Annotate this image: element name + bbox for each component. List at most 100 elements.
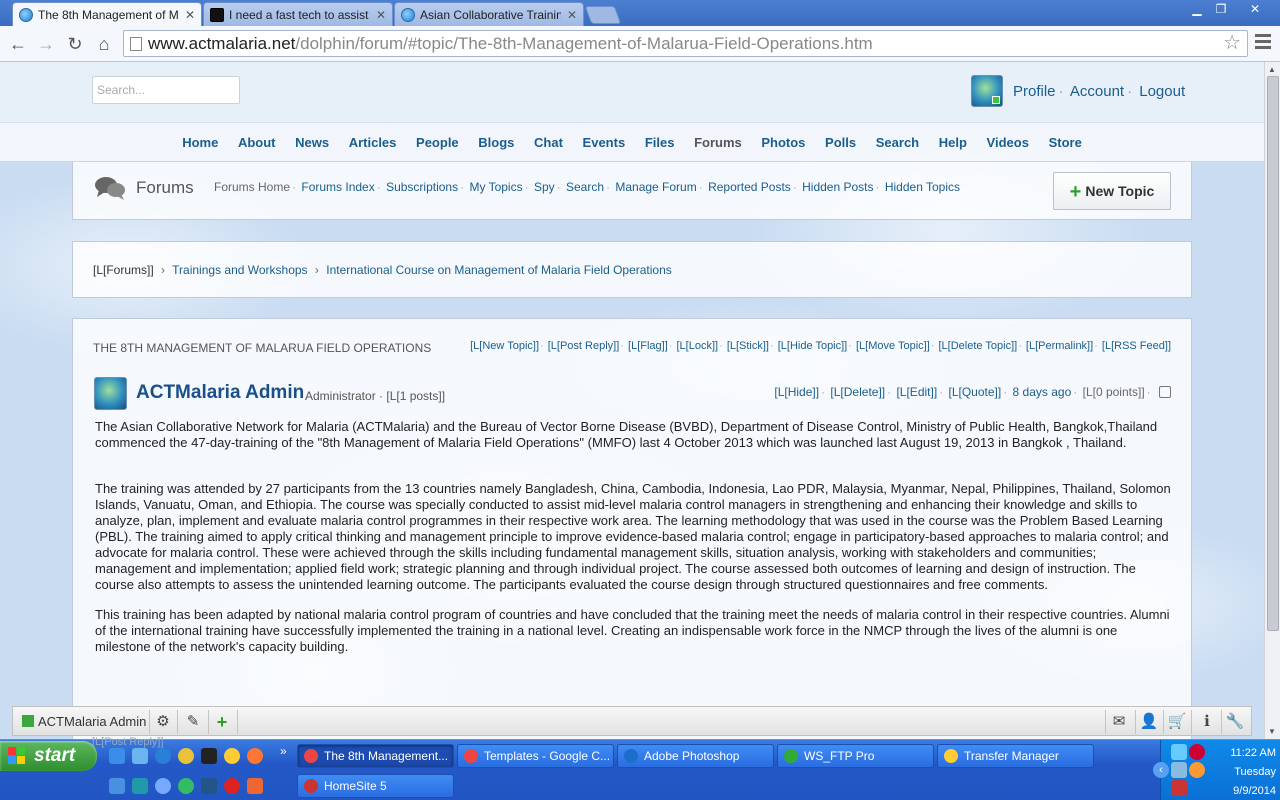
my-topics-link[interactable]: My Topics: [469, 180, 522, 194]
subscriptions-link[interactable]: Subscriptions: [386, 180, 458, 194]
quicklaunch-app-icon[interactable]: [201, 748, 217, 764]
scroll-down-icon[interactable]: ▼: [1268, 727, 1276, 736]
restore-icon[interactable]: ❐: [1208, 0, 1234, 18]
taskbar-task[interactable]: Adobe Photoshop: [617, 744, 774, 768]
taskbar-task[interactable]: Templates - Google C...: [457, 744, 614, 768]
mail-icon[interactable]: ✉: [1109, 712, 1129, 732]
post-action-edit[interactable]: [L[Edit]]: [896, 385, 937, 399]
close-window-icon[interactable]: ✕: [1240, 0, 1270, 18]
nav-item-people[interactable]: People: [416, 135, 459, 150]
hidden-topics-link[interactable]: Hidden Topics: [885, 180, 960, 194]
info-icon[interactable]: ℹ: [1197, 712, 1217, 732]
quicklaunch-opera-icon[interactable]: [224, 778, 240, 794]
quicklaunch-firefox-icon[interactable]: [247, 748, 263, 764]
taskbar-task[interactable]: HomeSite 5: [297, 774, 454, 798]
quicklaunch-grid-icon[interactable]: [132, 778, 148, 794]
post-action-hide[interactable]: [L[Hide]]: [774, 385, 819, 399]
scroll-up-icon[interactable]: ▲: [1268, 65, 1276, 74]
taskbar-task[interactable]: Transfer Manager: [937, 744, 1094, 768]
nav-item-blogs[interactable]: Blogs: [478, 135, 514, 150]
topic-action-stick[interactable]: [L[Stick]]: [727, 340, 769, 352]
quicklaunch-a-icon[interactable]: [109, 778, 125, 794]
chrome-menu-icon[interactable]: [1255, 34, 1271, 50]
scrollbar-thumb[interactable]: [1267, 76, 1279, 631]
forums-index-link[interactable]: Forums Index: [301, 180, 374, 194]
user-avatar[interactable]: [971, 75, 1003, 107]
nav-item-forums[interactable]: Forums: [694, 135, 742, 150]
page-scrollbar[interactable]: ▲ ▼: [1264, 62, 1280, 739]
close-tab-icon[interactable]: ✕: [567, 8, 577, 22]
topic-action-new-topic[interactable]: [L[New Topic]]: [470, 340, 539, 352]
quicklaunch-ie-icon[interactable]: [109, 748, 125, 764]
new-tab-button[interactable]: [584, 6, 622, 24]
nav-item-about[interactable]: About: [238, 135, 276, 150]
taskbar-task[interactable]: WS_FTP Pro: [777, 744, 934, 768]
topic-action-delete[interactable]: [L[Delete Topic]]: [939, 340, 1018, 352]
post-action-delete[interactable]: [L[Delete]]: [830, 385, 885, 399]
forum-search-link[interactable]: Search: [566, 180, 604, 194]
nav-item-videos[interactable]: Videos: [987, 135, 1029, 150]
tray-username[interactable]: ACTMalaria Admin: [38, 714, 146, 729]
reported-posts-link[interactable]: Reported Posts: [708, 180, 791, 194]
topic-action-lock[interactable]: [L[Lock]]: [677, 340, 719, 352]
taskbar-task[interactable]: The 8th Management...: [297, 744, 454, 768]
profile-link[interactable]: Profile: [1013, 83, 1056, 100]
quicklaunch-chrome-icon[interactable]: [178, 748, 194, 764]
hidden-posts-link[interactable]: Hidden Posts: [802, 180, 873, 194]
post-author[interactable]: ACTMalaria Admin: [136, 382, 304, 404]
home-icon[interactable]: ⌂: [92, 32, 116, 56]
site-search-input[interactable]: Search...: [92, 76, 240, 104]
topic-action-permalink[interactable]: [L[Permalink]]: [1026, 340, 1093, 352]
address-bar[interactable]: www.actmalaria.net/dolphin/forum/#topic/…: [123, 30, 1248, 57]
nav-item-chat[interactable]: Chat: [534, 135, 563, 150]
reload-icon[interactable]: ↻: [63, 32, 87, 56]
browser-tab[interactable]: The 8th Management of Mala ✕: [12, 2, 202, 26]
quicklaunch-smiley-icon[interactable]: [224, 748, 240, 764]
quicklaunch-more-icon[interactable]: »: [280, 744, 287, 758]
manage-forum-link[interactable]: Manage Forum: [615, 180, 696, 194]
topic-action-hide[interactable]: [L[Hide Topic]]: [778, 340, 848, 352]
nav-item-articles[interactable]: Articles: [349, 135, 397, 150]
spy-link[interactable]: Spy: [534, 180, 555, 194]
minimize-icon[interactable]: ▁: [1184, 0, 1210, 18]
forward-icon[interactable]: →: [34, 32, 58, 56]
nav-item-files[interactable]: Files: [645, 135, 675, 150]
bookmark-star-icon[interactable]: ☆: [1223, 31, 1241, 56]
browser-tab[interactable]: Asian Collaborative Training N ✕: [394, 2, 584, 26]
cart-icon[interactable]: 🛒: [1167, 712, 1187, 732]
nav-item-home[interactable]: Home: [182, 135, 218, 150]
nav-item-store[interactable]: Store: [1049, 135, 1082, 150]
topic-action-rss[interactable]: [L[RSS Feed]]: [1102, 340, 1171, 352]
breadcrumb-item[interactable]: Trainings and Workshops: [172, 263, 307, 277]
quicklaunch-globe-icon[interactable]: [155, 778, 171, 794]
nav-item-help[interactable]: Help: [939, 135, 967, 150]
breadcrumb-root[interactable]: [L[Forums]]: [93, 263, 154, 277]
logout-link[interactable]: Logout: [1139, 83, 1185, 100]
topic-action-move[interactable]: [L[Move Topic]]: [856, 340, 930, 352]
wrench-icon[interactable]: 🔧: [1225, 712, 1245, 732]
start-button[interactable]: start: [0, 741, 97, 771]
post-action-quote[interactable]: [L[Quote]]: [949, 385, 1002, 399]
account-link[interactable]: Account: [1070, 83, 1124, 100]
nav-item-news[interactable]: News: [295, 135, 329, 150]
quicklaunch-explorer-icon[interactable]: [132, 748, 148, 764]
quicklaunch-browser-icon[interactable]: [155, 748, 171, 764]
topic-action-flag[interactable]: [L[Flag]]: [628, 340, 668, 352]
user-icon[interactable]: 👤: [1139, 712, 1159, 732]
breadcrumb-item[interactable]: International Course on Management of Ma…: [326, 263, 672, 277]
thumbs-up-icon[interactable]: [1159, 386, 1171, 398]
tray-expand-icon[interactable]: ‹: [1153, 762, 1169, 778]
close-tab-icon[interactable]: ✕: [185, 8, 195, 22]
close-tab-icon[interactable]: ✕: [376, 8, 386, 22]
nav-item-search[interactable]: Search: [876, 135, 919, 150]
quicklaunch-tool-icon[interactable]: [247, 778, 263, 794]
back-icon[interactable]: ←: [6, 32, 30, 56]
forums-home-link[interactable]: Forums Home: [214, 180, 290, 194]
nav-item-photos[interactable]: Photos: [761, 135, 805, 150]
author-avatar[interactable]: [94, 377, 127, 410]
topic-action-post-reply[interactable]: [L[Post Reply]]: [548, 340, 620, 352]
clock[interactable]: 11:22 AM Tuesday 9/9/2014: [1168, 744, 1276, 800]
gear-icon[interactable]: ⚙: [153, 712, 173, 732]
edit-icon[interactable]: ✎: [183, 712, 203, 732]
nav-item-events[interactable]: Events: [583, 135, 626, 150]
